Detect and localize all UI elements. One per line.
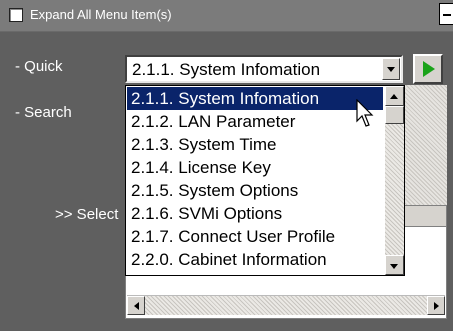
dropdown-item[interactable]: 2.1.1. System Infomation	[127, 87, 383, 110]
expand-all-label: Expand All Menu Item(s)	[30, 7, 172, 22]
dropdown-item[interactable]: 2.1.2. LAN Parameter	[127, 110, 383, 133]
scroll-up-button[interactable]	[385, 86, 404, 106]
scroll-down-button[interactable]	[385, 255, 404, 275]
go-button[interactable]	[413, 54, 443, 84]
select-label: >> Select	[55, 206, 119, 223]
quick-select[interactable]: 2.1.1. System Infomation	[125, 55, 403, 83]
quick-select-dropdown-button[interactable]	[382, 58, 400, 80]
horizontal-scrollbar[interactable]	[127, 295, 445, 315]
search-label: - Search	[15, 104, 72, 121]
play-arrow-icon	[423, 61, 435, 77]
dropdown-scrollbar[interactable]	[385, 86, 404, 275]
quick-dropdown-list[interactable]: 2.1.1. System Infomation 2.1.2. LAN Para…	[125, 85, 405, 276]
dropdown-item[interactable]: 2.1.3. System Time	[127, 133, 383, 156]
chevron-down-icon	[387, 67, 395, 72]
dropdown-item[interactable]: 2.1.6. SVMi Options	[127, 202, 383, 225]
quick-select-value: 2.1.1. System Infomation	[132, 60, 321, 79]
arrow-down-icon	[390, 264, 398, 269]
dropdown-item[interactable]: 2.1.5. System Options	[127, 179, 383, 202]
dropdown-item[interactable]: 2.1.7. Connect User Profile	[127, 225, 383, 248]
arrow-left-icon	[134, 302, 139, 310]
header-bar: Expand All Menu Item(s)	[0, 0, 453, 32]
scroll-thumb[interactable]	[385, 106, 404, 124]
expand-all-checkbox[interactable]	[9, 8, 23, 22]
scroll-left-button[interactable]	[127, 296, 145, 315]
background-scrollbar	[403, 85, 447, 210]
arrow-right-icon	[434, 302, 439, 310]
dropdown-item[interactable]: 2.1.4. License Key	[127, 156, 383, 179]
collapse-button[interactable]	[439, 3, 453, 25]
arrow-up-icon	[390, 94, 398, 99]
dropdown-item[interactable]: 2.2.0. Cabinet Information	[127, 248, 383, 271]
scroll-right-button[interactable]	[427, 296, 445, 315]
quick-label: - Quick	[15, 58, 63, 75]
